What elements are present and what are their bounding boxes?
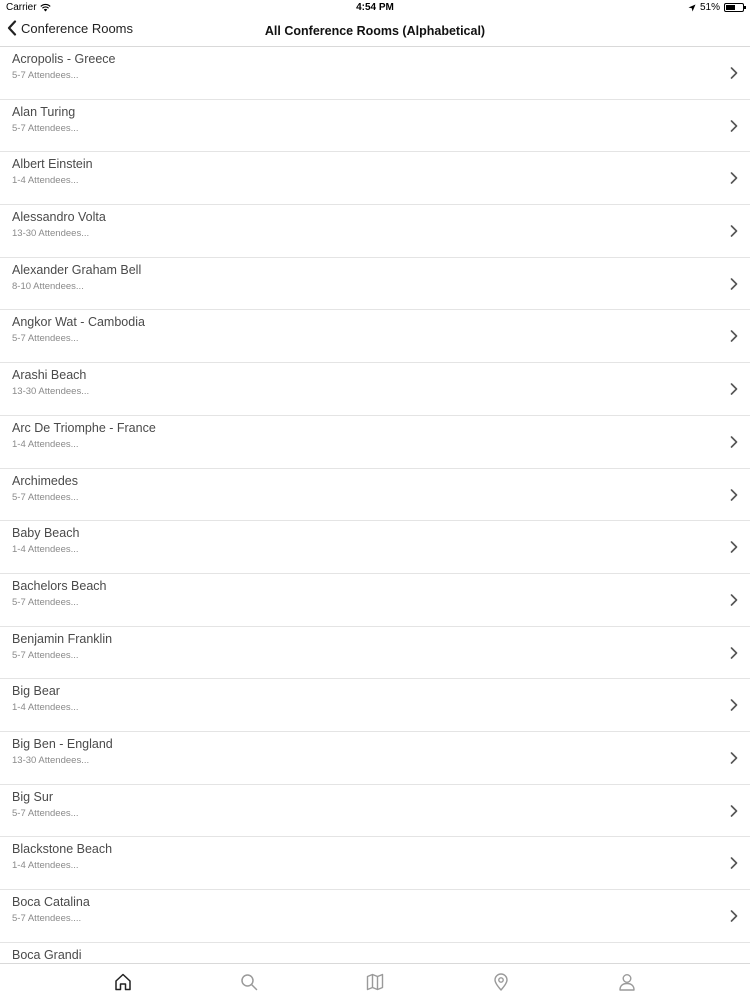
room-row[interactable]: Boca Catalina 5-7 Attendees.... bbox=[0, 890, 750, 943]
room-name: Big Ben - England bbox=[12, 736, 113, 751]
room-name: Alexander Graham Bell bbox=[12, 262, 142, 277]
room-row[interactable]: Alessandro Volta 13-30 Attendees... bbox=[0, 205, 750, 258]
room-name: Bachelors Beach bbox=[12, 578, 107, 593]
room-capacity: 5-7 Attendees... bbox=[12, 70, 79, 81]
chevron-right-icon bbox=[730, 488, 738, 501]
room-capacity: 8-10 Attendees... bbox=[12, 280, 84, 292]
chevron-right-icon bbox=[730, 67, 738, 79]
chevron-right-icon bbox=[730, 383, 738, 395]
room-row[interactable]: Blackstone Beach 1-4 Attendees... bbox=[0, 837, 750, 890]
room-capacity: 5-7 Attendees... bbox=[12, 807, 79, 819]
room-capacity: 1-4 Attendees... bbox=[12, 438, 79, 450]
tab-locations[interactable] bbox=[477, 967, 525, 997]
room-name: Big Bear bbox=[12, 684, 60, 699]
room-capacity: 1-4 Attendees... bbox=[12, 702, 79, 714]
tab-map[interactable] bbox=[351, 967, 399, 997]
room-name: Alan Turing bbox=[12, 104, 76, 119]
home-icon bbox=[115, 973, 131, 991]
status-time: 4:54 PM bbox=[356, 2, 394, 13]
room-capacity: 5-7 Attendees.... bbox=[12, 913, 82, 924]
room-name: Benjamin Franklin bbox=[12, 631, 113, 646]
room-name: Albert Einstein bbox=[12, 157, 93, 172]
chevron-right-icon bbox=[730, 699, 738, 712]
room-capacity: 5-7 Attendees... bbox=[12, 122, 79, 134]
chevron-right-icon bbox=[730, 646, 738, 659]
room-row[interactable]: Big Bear 1-4 Attendees... bbox=[0, 679, 750, 732]
battery-percent: 51% bbox=[699, 2, 720, 13]
room-capacity: 13-30 Attendees... bbox=[12, 386, 90, 398]
room-row[interactable]: Angkor Wat - Cambodia 5-7 Attendees... bbox=[0, 310, 750, 364]
tab-bar bbox=[0, 963, 750, 1000]
room-capacity: 5-7 Attendees... bbox=[12, 333, 79, 345]
room-name: Boca Catalina bbox=[12, 895, 90, 909]
chevron-right-icon bbox=[730, 910, 738, 922]
room-capacity: 1-4 Attendees... bbox=[12, 175, 79, 187]
location-pin-icon bbox=[494, 973, 508, 991]
map-icon bbox=[366, 973, 384, 991]
tab-profile[interactable] bbox=[603, 967, 651, 997]
room-capacity: 1-4 Attendees... bbox=[12, 544, 79, 556]
chevron-right-icon bbox=[730, 752, 738, 764]
room-name: Baby Beach bbox=[12, 526, 80, 541]
room-capacity: 5-7 Attendees... bbox=[12, 596, 79, 608]
room-capacity: 13-30 Attendees... bbox=[12, 754, 90, 766]
status-right: 51% bbox=[688, 2, 746, 13]
room-name: Archimedes bbox=[12, 473, 78, 488]
tab-search[interactable] bbox=[225, 967, 273, 997]
room-row[interactable]: Big Sur 5-7 Attendees... bbox=[0, 785, 750, 838]
room-capacity: 1-4 Attendees... bbox=[12, 860, 79, 872]
back-button-label: Conference Rooms bbox=[21, 20, 133, 36]
room-name: Alessandro Volta bbox=[12, 210, 106, 225]
room-row[interactable]: Alan Turing 5-7 Attendees... bbox=[0, 100, 750, 153]
chevron-right-icon bbox=[730, 436, 738, 448]
room-row[interactable]: Alexander Graham Bell 8-10 Attendees... bbox=[0, 258, 750, 311]
room-row[interactable]: Benjamin Franklin 5-7 Attendees... bbox=[0, 627, 750, 680]
search-icon bbox=[241, 974, 258, 991]
room-capacity: 5-7 Attendees... bbox=[12, 649, 79, 661]
chevron-right-icon bbox=[730, 857, 738, 870]
chevron-right-icon bbox=[730, 277, 738, 290]
room-row[interactable]: Albert Einstein 1-4 Attendees... bbox=[0, 152, 750, 206]
chevron-right-icon bbox=[730, 804, 738, 817]
room-name: Arc De Triomphe - France bbox=[12, 420, 156, 435]
chevron-right-icon bbox=[730, 594, 738, 606]
room-capacity: 13-30 Attendees... bbox=[12, 228, 90, 240]
chevron-right-icon bbox=[730, 119, 738, 132]
room-row[interactable]: Boca Grandi bbox=[0, 943, 750, 963]
room-name: Boca Grandi bbox=[12, 947, 82, 962]
room-row[interactable]: Archimedes 5-7 Attendees... bbox=[0, 469, 750, 522]
room-capacity: 5-7 Attendees... bbox=[12, 491, 79, 503]
room-row[interactable]: Acropolis - Greece 5-7 Attendees... bbox=[0, 47, 750, 100]
profile-icon bbox=[619, 974, 635, 991]
room-row[interactable]: Arc De Triomphe - France 1-4 Attendees... bbox=[0, 416, 750, 469]
room-row[interactable]: Baby Beach 1-4 Attendees... bbox=[0, 521, 750, 574]
conference-room-list[interactable]: Acropolis - Greece 5-7 Attendees... Alan T… bbox=[0, 47, 750, 963]
chevron-right-icon bbox=[730, 225, 738, 237]
room-name: Acropolis - Greece bbox=[12, 52, 116, 66]
chevron-right-icon bbox=[730, 172, 738, 185]
tab-home[interactable] bbox=[99, 967, 147, 997]
status-bar: Carrier 4:54 PM 51% bbox=[0, 0, 750, 16]
room-name: Blackstone Beach bbox=[12, 842, 113, 857]
room-row[interactable]: Arashi Beach 13-30 Attendees... bbox=[0, 363, 750, 416]
room-name: Angkor Wat - Cambodia bbox=[12, 315, 145, 330]
room-name: Arashi Beach bbox=[12, 368, 87, 383]
chevron-left-icon bbox=[7, 20, 17, 36]
chevron-right-icon bbox=[730, 541, 738, 553]
room-row[interactable]: Big Ben - England 13-30 Attendees... bbox=[0, 732, 750, 785]
location-arrow-icon bbox=[688, 4, 696, 11]
room-name: Big Sur bbox=[12, 789, 53, 804]
back-button[interactable]: Conference Rooms bbox=[6, 20, 133, 36]
room-row[interactable]: Bachelors Beach 5-7 Attendees... bbox=[0, 574, 750, 627]
battery-icon bbox=[724, 3, 746, 12]
navigation-bar: Conference Rooms All Conference Rooms (A… bbox=[0, 16, 750, 47]
chevron-right-icon bbox=[730, 330, 738, 343]
